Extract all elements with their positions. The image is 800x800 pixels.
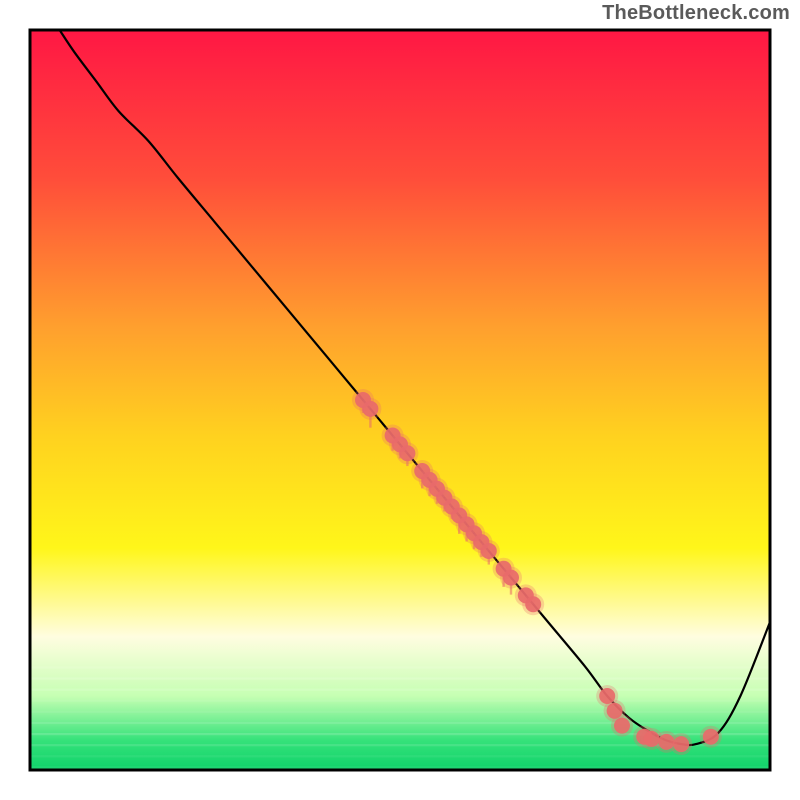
bottleneck-chart: [0, 0, 800, 800]
marker-dot: [399, 445, 415, 461]
marker-dot: [673, 736, 689, 752]
marker-dot: [614, 718, 630, 734]
chart-container: TheBottleneck.com: [0, 0, 800, 800]
marker-dot: [503, 570, 519, 586]
marker-dot: [703, 729, 719, 745]
marker-dot: [481, 543, 497, 559]
gradient-background: [30, 30, 770, 770]
marker-dot: [362, 401, 378, 417]
watermark-text: TheBottleneck.com: [602, 2, 790, 25]
marker-dot: [525, 596, 541, 612]
